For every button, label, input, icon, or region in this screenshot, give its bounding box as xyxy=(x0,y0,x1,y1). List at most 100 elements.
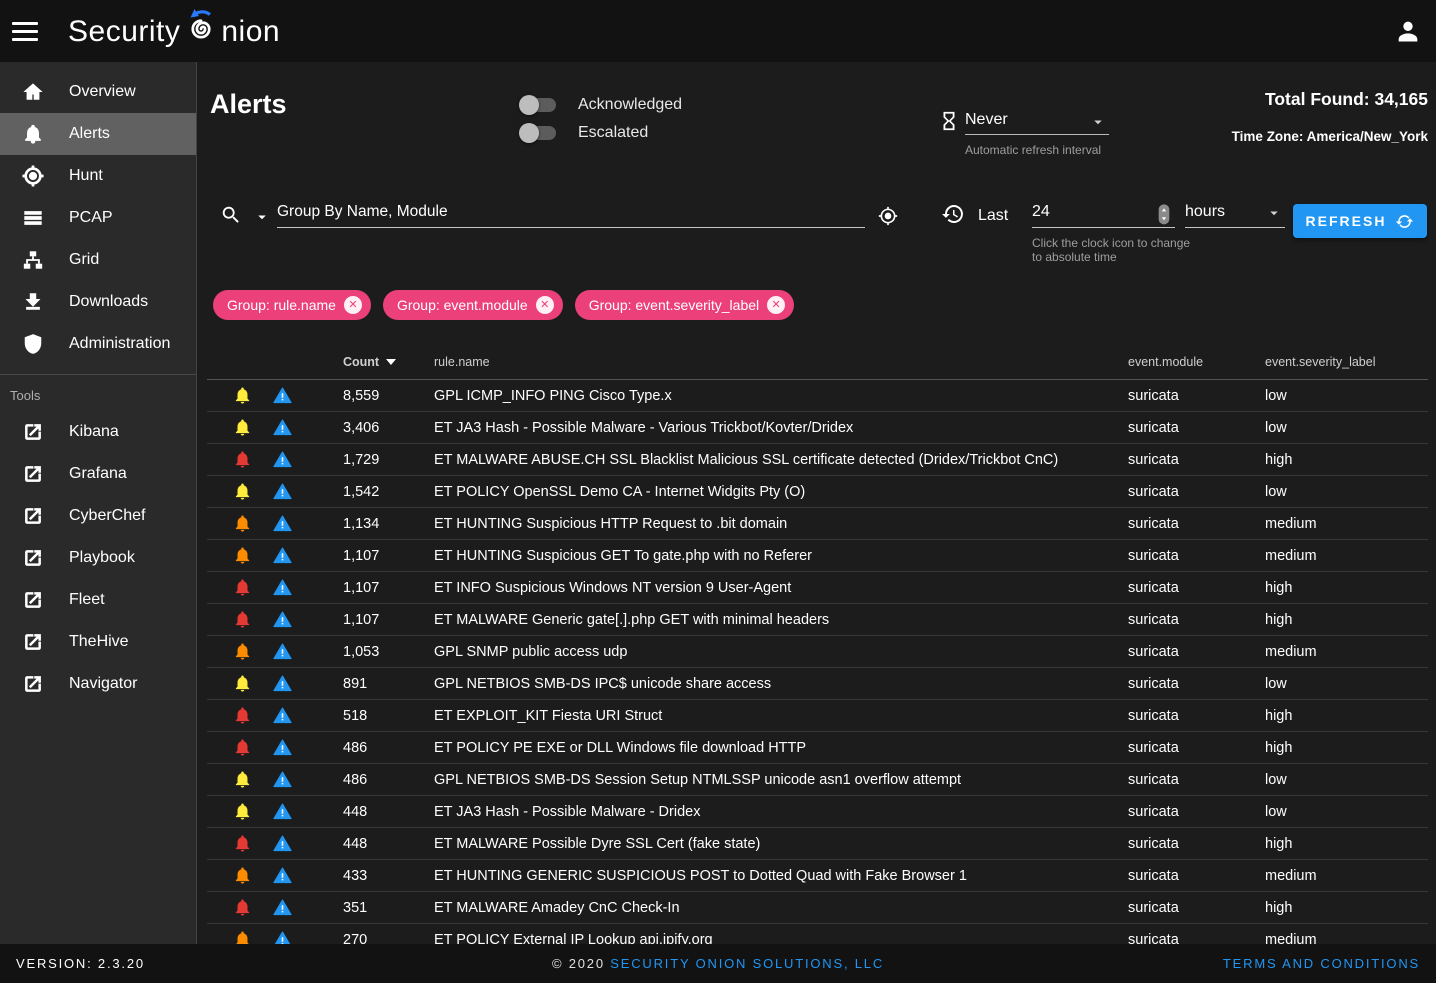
alert-rule-name[interactable]: ET HUNTING Suspicious GET To gate.php wi… xyxy=(434,540,812,572)
rule-info-triangle-icon[interactable] xyxy=(273,514,292,533)
alert-severity-label[interactable]: low xyxy=(1265,668,1287,700)
alert-event-module[interactable]: suricata xyxy=(1128,412,1179,444)
alert-bell-icon[interactable] xyxy=(233,546,252,565)
rule-info-triangle-icon[interactable] xyxy=(273,866,292,885)
chip-close-icon[interactable] xyxy=(536,296,554,314)
rule-info-triangle-icon[interactable] xyxy=(273,482,292,501)
rule-info-triangle-icon[interactable] xyxy=(273,674,292,693)
alert-count[interactable]: 1,107 xyxy=(343,540,379,572)
alert-severity-label[interactable]: medium xyxy=(1265,636,1317,668)
alert-rule-name[interactable]: ET EXPLOIT_KIT Fiesta URI Struct xyxy=(434,700,662,732)
alert-bell-icon[interactable] xyxy=(233,642,252,661)
alert-event-module[interactable]: suricata xyxy=(1128,668,1179,700)
alert-bell-icon[interactable] xyxy=(233,834,252,853)
sidebar-item-pcap[interactable]: PCAP xyxy=(0,197,196,239)
alert-bell-icon[interactable] xyxy=(233,482,252,501)
sidebar-item-downloads[interactable]: Downloads xyxy=(0,281,196,323)
alert-event-module[interactable]: suricata xyxy=(1128,764,1179,796)
terms-and-conditions-link[interactable]: TERMS AND CONDITIONS xyxy=(1223,956,1420,971)
alert-bell-icon[interactable] xyxy=(233,610,252,629)
alert-severity-label[interactable]: low xyxy=(1265,764,1287,796)
toggle-knob[interactable] xyxy=(519,95,539,115)
query-history-chevron-icon[interactable] xyxy=(253,208,271,226)
auto-refresh-select[interactable]: Never xyxy=(965,106,1109,135)
alert-bell-icon[interactable] xyxy=(233,450,252,469)
sidebar-tool-item[interactable]: Kibana xyxy=(0,411,196,453)
alert-severity-label[interactable]: high xyxy=(1265,604,1292,636)
alert-bell-icon[interactable] xyxy=(233,706,252,725)
rule-info-triangle-icon[interactable] xyxy=(273,834,292,853)
alert-severity-label[interactable]: high xyxy=(1265,444,1292,476)
alert-severity-label[interactable]: high xyxy=(1265,828,1292,860)
alert-rule-name[interactable]: ET POLICY OpenSSL Demo CA - Internet Wid… xyxy=(434,476,805,508)
rule-info-triangle-icon[interactable] xyxy=(273,898,292,917)
query-target-icon[interactable] xyxy=(878,206,898,226)
alert-severity-label[interactable]: high xyxy=(1265,700,1292,732)
rule-info-triangle-icon[interactable] xyxy=(273,546,292,565)
alert-rule-name[interactable]: ET HUNTING Suspicious HTTP Request to .b… xyxy=(434,508,787,540)
chip-close-icon[interactable] xyxy=(344,296,362,314)
alert-rule-name[interactable]: GPL NETBIOS SMB-DS IPC$ unicode share ac… xyxy=(434,668,771,700)
alert-rule-name[interactable]: GPL ICMP_INFO PING Cisco Type.x xyxy=(434,380,672,412)
group-chip[interactable]: Group: event.severity_label xyxy=(575,290,794,320)
alert-bell-icon[interactable] xyxy=(233,898,252,917)
alert-severity-label[interactable]: medium xyxy=(1265,508,1317,540)
alert-severity-label[interactable]: medium xyxy=(1265,540,1317,572)
alert-count[interactable]: 3,406 xyxy=(343,412,379,444)
alert-event-module[interactable]: suricata xyxy=(1128,604,1179,636)
alert-severity-label[interactable]: high xyxy=(1265,732,1292,764)
rule-info-triangle-icon[interactable] xyxy=(273,418,292,437)
alert-event-module[interactable]: suricata xyxy=(1128,732,1179,764)
sidebar-tool-item[interactable]: Fleet xyxy=(0,579,196,621)
alert-rule-name[interactable]: ET JA3 Hash - Possible Malware - Various… xyxy=(434,412,853,444)
alert-event-module[interactable]: suricata xyxy=(1128,860,1179,892)
alert-count[interactable]: 1,134 xyxy=(343,508,379,540)
alert-rule-name[interactable]: ET MALWARE Generic gate[.].php GET with … xyxy=(434,604,829,636)
alert-count[interactable]: 351 xyxy=(343,892,367,924)
alert-event-module[interactable]: suricata xyxy=(1128,892,1179,924)
time-unit-select[interactable]: hours xyxy=(1185,196,1285,228)
alert-bell-icon[interactable] xyxy=(233,418,252,437)
alert-severity-label[interactable]: low xyxy=(1265,476,1287,508)
sidebar-item-overview[interactable]: Overview xyxy=(0,71,196,113)
alert-event-module[interactable]: suricata xyxy=(1128,540,1179,572)
alert-rule-name[interactable]: ET POLICY PE EXE or DLL Windows file dow… xyxy=(434,732,806,764)
alert-rule-name[interactable]: ET MALWARE ABUSE.CH SSL Blacklist Malici… xyxy=(434,444,1058,476)
rule-info-triangle-icon[interactable] xyxy=(273,578,292,597)
alert-bell-icon[interactable] xyxy=(233,866,252,885)
rule-info-triangle-icon[interactable] xyxy=(273,738,292,757)
rule-info-triangle-icon[interactable] xyxy=(273,706,292,725)
sidebar-tool-item[interactable]: Grafana xyxy=(0,453,196,495)
group-chip[interactable]: Group: event.module xyxy=(383,290,563,320)
group-chip[interactable]: Group: rule.name xyxy=(213,290,371,320)
alert-event-module[interactable]: suricata xyxy=(1128,444,1179,476)
alert-rule-name[interactable]: GPL SNMP public access udp xyxy=(434,636,627,668)
alert-rule-name[interactable]: ET INFO Suspicious Windows NT version 9 … xyxy=(434,572,791,604)
sidebar-tool-item[interactable]: TheHive xyxy=(0,621,196,663)
sidebar-tool-item[interactable]: Playbook xyxy=(0,537,196,579)
alert-event-module[interactable]: suricata xyxy=(1128,508,1179,540)
rule-info-triangle-icon[interactable] xyxy=(273,770,292,789)
alert-count[interactable]: 486 xyxy=(343,732,367,764)
rule-info-triangle-icon[interactable] xyxy=(273,802,292,821)
alert-event-module[interactable]: suricata xyxy=(1128,636,1179,668)
alert-event-module[interactable]: suricata xyxy=(1128,828,1179,860)
column-header-rule-name[interactable]: rule.name xyxy=(434,345,490,380)
chip-close-icon[interactable] xyxy=(767,296,785,314)
alert-event-module[interactable]: suricata xyxy=(1128,796,1179,828)
toggle-track[interactable] xyxy=(522,126,556,140)
hamburger-menu-icon[interactable] xyxy=(12,16,38,46)
alert-count[interactable]: 1,107 xyxy=(343,604,379,636)
toggle-track[interactable] xyxy=(522,98,556,112)
sidebar-tool-item[interactable]: Navigator xyxy=(0,663,196,705)
alert-event-module[interactable]: suricata xyxy=(1128,572,1179,604)
alert-rule-name[interactable]: ET JA3 Hash - Possible Malware - Dridex xyxy=(434,796,700,828)
rule-info-triangle-icon[interactable] xyxy=(273,610,292,629)
alert-severity-label[interactable]: medium xyxy=(1265,860,1317,892)
alert-bell-icon[interactable] xyxy=(233,770,252,789)
alert-bell-icon[interactable] xyxy=(233,738,252,757)
rule-info-triangle-icon[interactable] xyxy=(273,386,292,405)
alert-event-module[interactable]: suricata xyxy=(1128,476,1179,508)
alert-bell-icon[interactable] xyxy=(233,386,252,405)
alert-severity-label[interactable]: low xyxy=(1265,380,1287,412)
